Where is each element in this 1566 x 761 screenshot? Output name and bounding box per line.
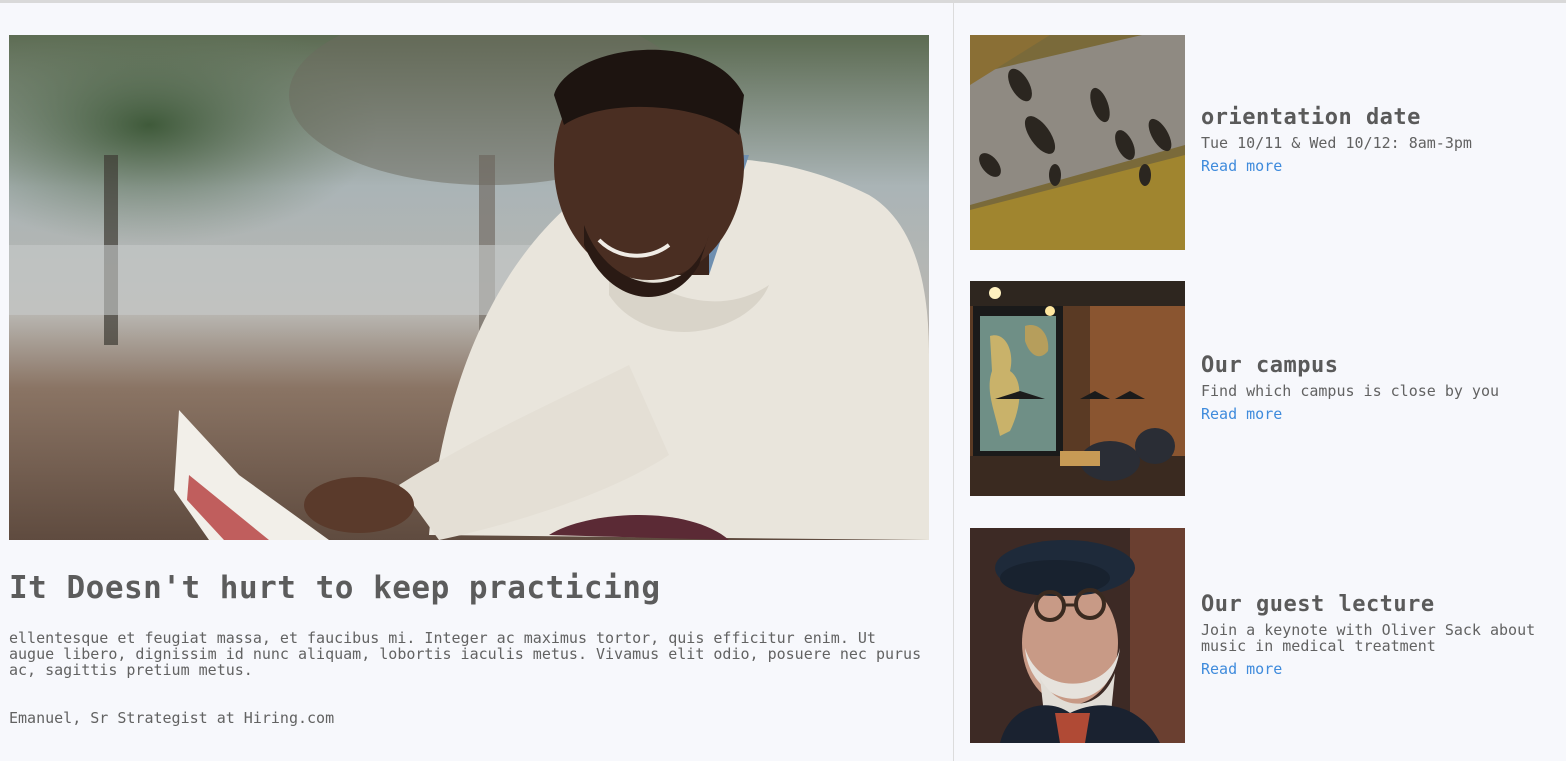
card-title: orientation date [1201,105,1421,130]
card-description: Tue 10/11 & Wed 10/12: 8am-3pm [1201,134,1472,152]
card-text: orientation date Tue 10/11 & Wed 10/12: … [1201,105,1561,175]
card-text: Our campus Find which campus is close by… [1201,353,1561,423]
card-title: Our campus [1201,353,1339,378]
feature-image [9,35,929,540]
card-campus: Our campus Find which campus is close by… [970,281,1560,496]
card-image [970,281,1185,496]
card-guest-lecture: Our guest lecture Join a keynote with Ol… [970,528,1560,743]
card-text: Our guest lecture Join a keynote with Ol… [1201,592,1561,678]
read-more-link[interactable]: Read more [1201,405,1282,423]
feature-title: It Doesn't hurt to keep practicing [9,570,661,606]
card-image [970,35,1185,250]
card-description: Join a keynote with Oliver Sack about mu… [1201,621,1536,655]
read-more-link[interactable]: Read more [1201,157,1282,175]
card-description: Find which campus is close by you [1201,382,1500,400]
card-title: Our guest lecture [1201,592,1435,617]
feature-body: ellentesque et feugiat massa, et faucibu… [9,629,922,679]
top-border [0,0,1566,3]
card-image [970,528,1185,743]
read-more-link[interactable]: Read more [1201,660,1282,678]
feature-byline: Emanuel, Sr Strategist at Hiring.com [9,709,335,727]
column-divider [953,3,954,761]
card-orientation: orientation date Tue 10/11 & Wed 10/12: … [970,35,1560,250]
